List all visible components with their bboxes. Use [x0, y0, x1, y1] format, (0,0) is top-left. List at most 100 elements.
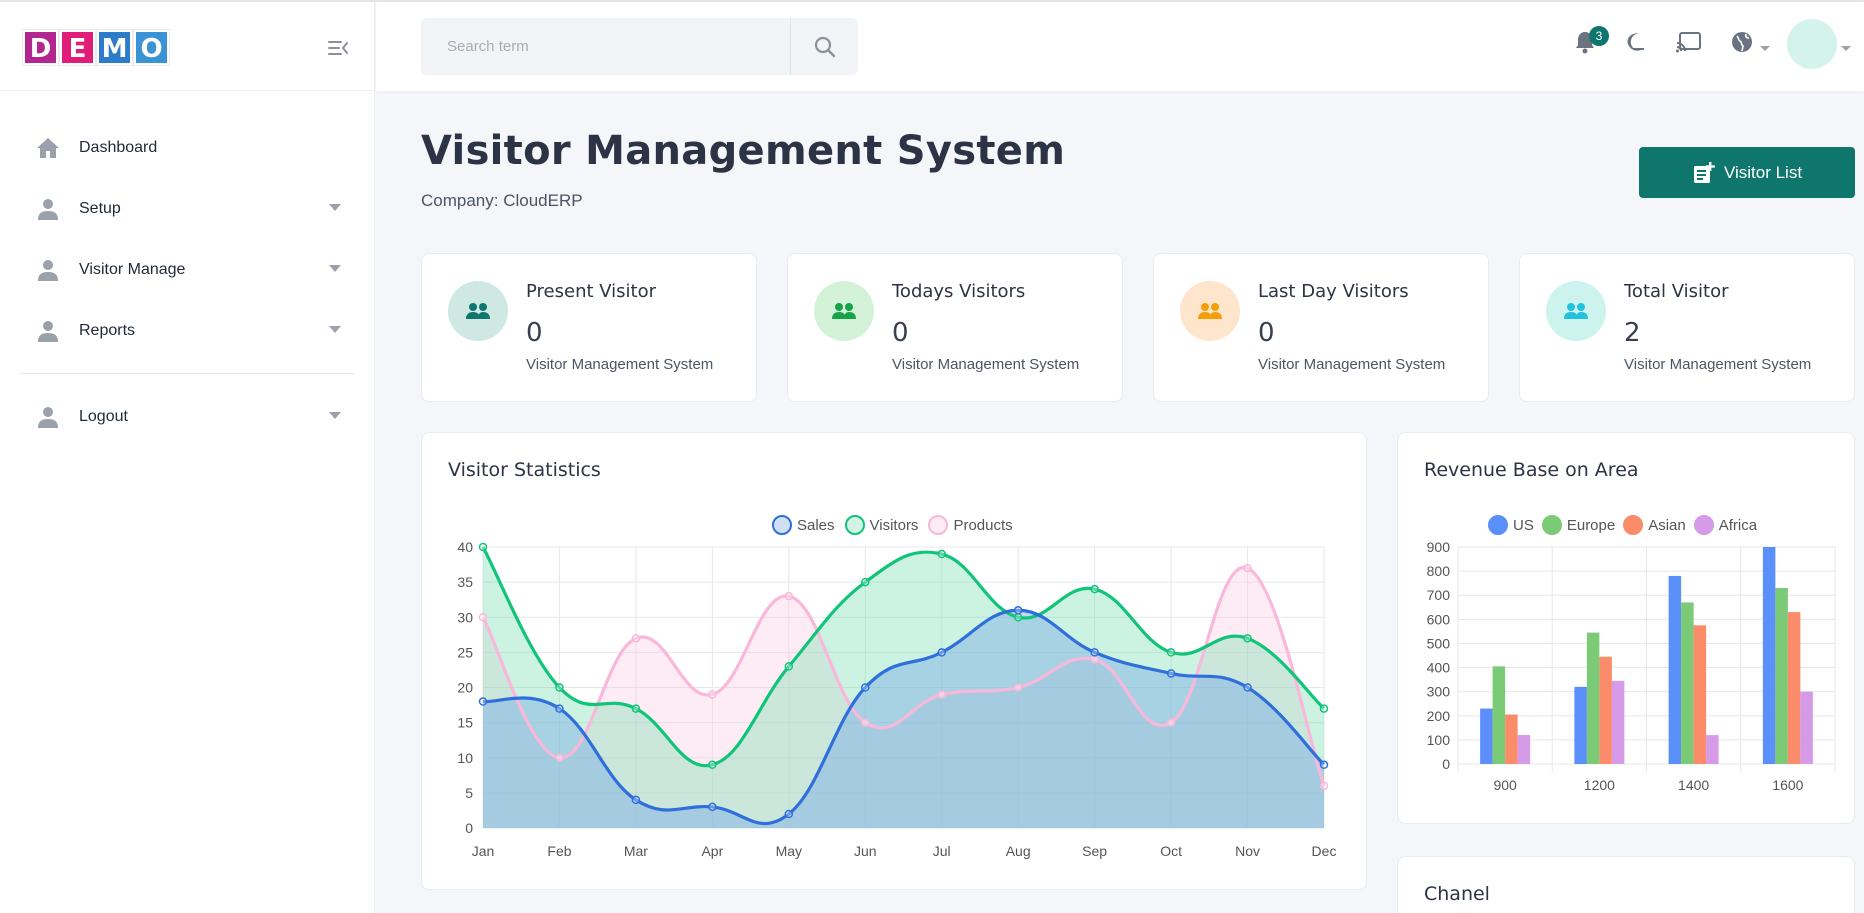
bar-europe[interactable] — [1681, 602, 1694, 764]
stat-subtitle: Visitor Management System — [1258, 356, 1446, 373]
data-point-sales[interactable] — [478, 697, 488, 706]
y-tick-label: 900 — [1427, 539, 1451, 555]
data-point-products[interactable] — [1090, 655, 1099, 664]
bar-us[interactable] — [1668, 575, 1682, 764]
moon-icon[interactable] — [1622, 28, 1650, 56]
visitor-list-button[interactable]: Visitor List — [1639, 147, 1855, 198]
bar-us[interactable] — [1574, 686, 1587, 764]
data-point-products[interactable] — [937, 690, 946, 699]
stat-subtitle: Visitor Management System — [892, 356, 1080, 373]
logo-letter-e: E — [59, 29, 96, 66]
logo[interactable]: D E M O — [22, 29, 170, 66]
bar-us[interactable] — [1480, 708, 1493, 764]
data-point-products[interactable] — [1013, 683, 1023, 692]
sidebar-item-setup[interactable]: Setup — [0, 178, 374, 239]
company-label: Company: CloudERP — [421, 191, 583, 210]
data-point-visitors[interactable] — [1090, 584, 1099, 594]
x-tick-label: Apr — [701, 843, 723, 859]
bar-asian[interactable] — [1787, 612, 1801, 764]
sidebar-item-logout[interactable]: Logout — [0, 386, 374, 447]
data-point-sales[interactable] — [1243, 683, 1252, 692]
data-point-visitors[interactable] — [784, 662, 794, 671]
y-tick-label: 700 — [1427, 587, 1451, 603]
y-tick-label: 800 — [1427, 563, 1451, 579]
data-point-sales[interactable] — [1166, 669, 1176, 678]
data-point-products[interactable] — [478, 613, 488, 622]
x-tick-label: Sep — [1082, 843, 1107, 859]
stat-card-total-visitor: Total Visitor 2 Visitor Management Syste… — [1519, 253, 1855, 402]
sidebar-item-visitor-manage[interactable]: Visitor Manage — [0, 239, 374, 300]
chevron-down-icon[interactable] — [1841, 46, 1851, 51]
data-point-sales[interactable] — [1013, 605, 1023, 615]
y-tick-label: 400 — [1427, 660, 1451, 676]
search-input[interactable] — [421, 18, 791, 75]
cast-icon[interactable] — [1675, 28, 1703, 56]
data-point-visitors[interactable] — [631, 704, 641, 713]
chevron-down-icon[interactable] — [1760, 46, 1770, 51]
bar-africa[interactable] — [1800, 691, 1813, 764]
data-point-products[interactable] — [1243, 563, 1252, 573]
revenue-chart: 0 100 200 300 400 500 600 700 800 900 900 1200 1400 1… — [1427, 539, 1836, 793]
bar-europe[interactable] — [1492, 666, 1506, 764]
data-point-visitors[interactable] — [478, 542, 488, 552]
data-point-visitors[interactable] — [1166, 648, 1176, 657]
stat-title: Present Visitor — [526, 281, 657, 302]
bar-africa[interactable] — [1611, 680, 1625, 764]
data-point-products[interactable] — [555, 753, 564, 762]
data-point-sales[interactable] — [1090, 648, 1099, 657]
sidebar-item-dashboard[interactable]: Dashboard — [0, 117, 374, 178]
data-point-visitors[interactable] — [1013, 613, 1023, 622]
globe-icon[interactable] — [1728, 28, 1756, 56]
collapse-menu-icon[interactable] — [326, 38, 350, 58]
logo-letter-m: M — [96, 29, 133, 66]
data-point-sales[interactable] — [555, 704, 564, 713]
stat-icon-circle — [448, 281, 508, 341]
y-tick-label: 20 — [457, 680, 473, 696]
bar-africa[interactable] — [1706, 735, 1719, 764]
panel-title: Chanel — [1424, 883, 1490, 905]
sidebar-item-label: Setup — [79, 199, 121, 217]
data-point-products[interactable] — [631, 634, 641, 643]
users-icon — [466, 303, 490, 319]
y-tick-label: 0 — [465, 820, 473, 836]
data-point-visitors[interactable] — [861, 577, 870, 587]
bar-europe[interactable] — [1586, 632, 1600, 764]
avatar[interactable] — [1787, 19, 1837, 69]
x-tick-label: Feb — [547, 843, 571, 859]
y-tick-label: 100 — [1427, 732, 1451, 748]
data-point-sales[interactable] — [708, 802, 717, 812]
data-point-visitors[interactable] — [937, 549, 946, 559]
user-icon — [35, 404, 61, 430]
data-point-sales[interactable] — [937, 648, 946, 657]
data-point-sales[interactable] — [1319, 760, 1329, 770]
data-point-products[interactable] — [1319, 781, 1329, 791]
bar-us[interactable] — [1762, 547, 1776, 764]
data-point-sales[interactable] — [861, 683, 870, 692]
data-point-sales[interactable] — [631, 795, 641, 805]
bar-europe[interactable] — [1775, 587, 1788, 764]
stat-title: Last Day Visitors — [1258, 281, 1409, 302]
data-point-visitors[interactable] — [1243, 634, 1252, 643]
data-point-products[interactable] — [1166, 718, 1176, 727]
x-tick-label: Dec — [1312, 843, 1337, 859]
bar-asian[interactable] — [1693, 625, 1707, 764]
bar-asian[interactable] — [1505, 714, 1518, 764]
stat-card-todays-visitors: Todays Visitors 0 Visitor Management Sys… — [787, 253, 1123, 402]
bar-africa[interactable] — [1517, 735, 1531, 764]
data-point-visitors[interactable] — [555, 683, 564, 692]
data-point-products[interactable] — [861, 718, 870, 727]
data-point-products[interactable] — [784, 591, 794, 601]
data-point-visitors[interactable] — [1319, 704, 1329, 713]
search-bar — [421, 18, 858, 75]
data-point-products[interactable] — [708, 690, 717, 699]
data-point-visitors[interactable] — [708, 760, 717, 770]
data-point-sales[interactable] — [784, 809, 794, 819]
sidebar-item-reports[interactable]: Reports — [0, 300, 374, 361]
user-icon — [35, 318, 61, 344]
stat-value: 0 — [892, 318, 909, 348]
x-tick-label: 1600 — [1772, 777, 1803, 793]
logo-letter-d: D — [22, 29, 59, 66]
search-button[interactable] — [791, 18, 858, 75]
divider — [20, 373, 354, 374]
bar-asian[interactable] — [1599, 656, 1612, 764]
